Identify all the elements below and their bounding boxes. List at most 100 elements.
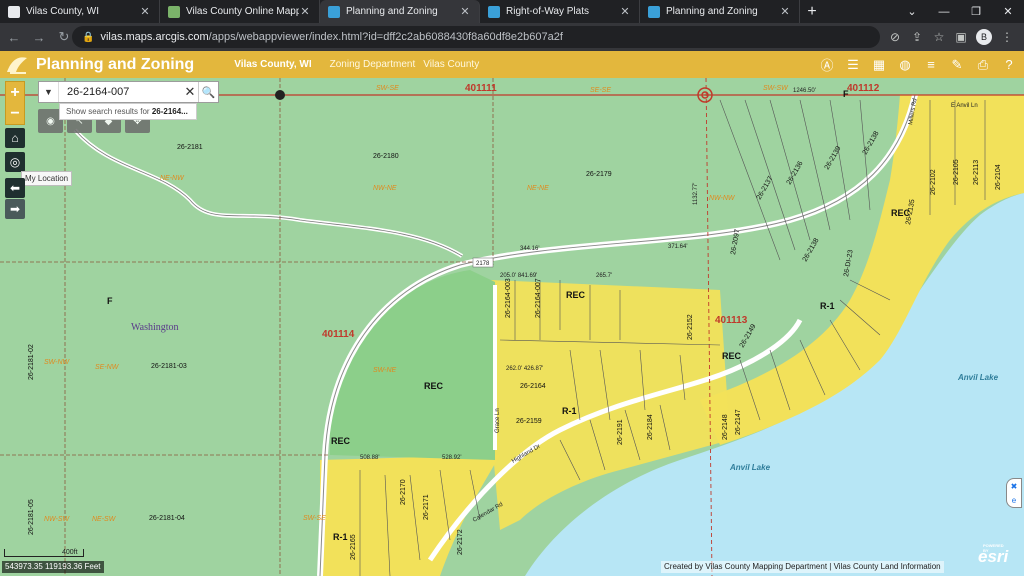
back-arrow-icon[interactable]: ←: [3, 26, 25, 48]
minimize-icon[interactable]: —: [928, 0, 960, 23]
zoning-label-rec: REC: [722, 351, 742, 361]
section-label-401112: 401112: [847, 83, 880, 94]
forward-arrow-icon[interactable]: →: [28, 26, 50, 48]
legend-icon[interactable]: ≡: [918, 52, 944, 77]
quarter-label: SW-NW: [44, 359, 71, 366]
new-tab-button[interactable]: +: [800, 0, 824, 23]
url-path: /apps/webappviewer/index.html?id=dff2c2a…: [208, 31, 563, 43]
profile-avatar[interactable]: B: [976, 29, 992, 45]
tab-favicon-icon: [8, 5, 20, 18]
map-canvas[interactable]: 401111 401112 401113 401114 Washington F…: [0, 78, 1024, 576]
tab-close-icon[interactable]: ✕: [619, 5, 631, 18]
parcel-id: 26-2104: [995, 164, 1002, 190]
tab-title: Planning and Zoning: [346, 6, 438, 17]
dimension-label: 1132.77': [693, 183, 699, 205]
north-arrow-icon[interactable]: Ⓐ: [814, 52, 840, 77]
zoom-out-button[interactable]: −: [6, 103, 24, 124]
side-panel-toggle[interactable]: ✖ e: [1006, 478, 1022, 508]
tab-title: Right-of-Way Plats: [506, 6, 589, 17]
browser-tab-online-mapping[interactable]: Vilas County Online Mapping ✕: [160, 0, 320, 23]
close-window-icon[interactable]: ✕: [992, 0, 1024, 23]
zoning-label-r1: R-1: [562, 406, 577, 416]
dimension-label: 262.0' 426.87': [506, 366, 543, 372]
lake-label: Anvil Lake: [957, 373, 999, 382]
home-icon: ⌂: [11, 131, 19, 145]
road-label: Grace Ln: [495, 408, 501, 433]
parcel-map[interactable]: 401111 401112 401113 401114 Washington F…: [0, 78, 1024, 576]
search-suggestion[interactable]: Show search results for 26-2164...: [59, 103, 197, 120]
tab-close-icon[interactable]: ✕: [779, 5, 791, 18]
zoning-label-rec: REC: [331, 436, 351, 446]
my-location-button[interactable]: ◎: [5, 152, 25, 172]
basemap-gallery-icon[interactable]: ▦: [866, 52, 892, 77]
eye-slash-icon[interactable]: ⊘: [884, 26, 906, 48]
parcel-id: 26-2180: [373, 153, 399, 160]
menu-kebab-icon[interactable]: ⋮: [996, 26, 1018, 48]
parcel-id: 26-2164: [520, 383, 546, 390]
zoom-control: + −: [5, 81, 25, 125]
tab-close-icon[interactable]: ✕: [459, 5, 471, 18]
url-field[interactable]: 🔒 vilas.maps.arcgis.com/apps/webappviewe…: [72, 26, 880, 48]
home-button[interactable]: ⌂: [5, 128, 25, 148]
dimension-label: 371.64': [668, 244, 688, 250]
parcel-id: 26-2152: [687, 314, 694, 340]
parcel-id: 26-2113: [973, 160, 980, 185]
previous-extent-button[interactable]: ⬅: [5, 178, 25, 198]
my-location-tooltip: My Location: [21, 171, 73, 186]
next-extent-button[interactable]: ➡: [5, 199, 25, 219]
parcel-id: 26-2170: [400, 479, 407, 505]
close-icon[interactable]: ✖: [1011, 482, 1018, 491]
search-icon[interactable]: 🔍: [198, 82, 218, 102]
restore-icon[interactable]: ❐: [960, 0, 992, 23]
clear-search-icon[interactable]: ✕: [182, 84, 198, 100]
layer-list-icon[interactable]: ☰: [840, 52, 866, 77]
parcel-id: 26-2181-04: [149, 515, 185, 522]
parcel-id: 26-2172: [457, 529, 464, 555]
zoning-label-f: F: [107, 296, 113, 306]
arcgis-favicon-icon: [488, 5, 500, 18]
road-label: E Anvil Ln: [951, 103, 978, 109]
browser-tab-planning-zoning-2[interactable]: Planning and Zoning ✕: [640, 0, 800, 23]
measure-icon[interactable]: ◍: [892, 52, 918, 77]
section-label-401113: 401113: [715, 315, 748, 326]
parcel-id: 26-2181-02: [28, 344, 35, 380]
esri-powered-by: POWERED BY: [983, 543, 1004, 553]
star-icon[interactable]: ☆: [928, 26, 950, 48]
section-label-401114: 401114: [322, 329, 355, 340]
search-source-dropdown[interactable]: ▼: [39, 82, 59, 102]
quarter-label: NW-NW: [709, 195, 736, 202]
quarter-label: SW-NE: [373, 367, 397, 374]
tab-close-icon[interactable]: ✕: [299, 5, 311, 18]
header-toolbar: Ⓐ ☰ ▦ ◍ ≡ ✎ ⎙ ?: [814, 52, 1022, 77]
app-title: Planning and Zoning: [36, 55, 195, 73]
parcel-id: 26-2164-003: [505, 278, 512, 318]
edge-icon[interactable]: e: [1012, 496, 1016, 505]
parcel-id: 26-2184: [647, 414, 654, 440]
help-icon[interactable]: ?: [996, 52, 1022, 77]
browser-tab-planning-zoning-active[interactable]: Planning and Zoning ✕: [320, 0, 480, 23]
tab-close-icon[interactable]: ✕: [139, 5, 151, 18]
share-icon[interactable]: ⇪: [906, 26, 928, 48]
browser-tab-vilas-county[interactable]: Vilas County, WI ✕: [0, 0, 160, 23]
arcgis-favicon-icon: [648, 5, 660, 18]
arrow-right-icon: ➡: [9, 202, 21, 216]
browser-tab-right-of-way[interactable]: Right-of-Way Plats ✕: [480, 0, 640, 23]
dimension-label: 508.88': [360, 455, 380, 461]
parcel-search-box: ▼ 26-2164-007 ✕ 🔍: [38, 81, 219, 103]
draw-icon[interactable]: ✎: [944, 52, 970, 77]
print-icon[interactable]: ⎙: [970, 52, 996, 77]
county-logo-icon: [7, 56, 27, 74]
dimension-label: 344.16': [520, 246, 540, 252]
parcel-id: 26-2171: [423, 494, 430, 520]
map-attribution: Created by Vilas County Mapping Departme…: [661, 561, 944, 573]
quarter-label: NE-SW: [92, 516, 117, 523]
zoom-in-button[interactable]: +: [6, 82, 24, 103]
address-bar-actions: ⊘ ⇪ ☆ ▣ B ⋮: [884, 26, 1018, 48]
sidebar-icon[interactable]: ▣: [950, 26, 972, 48]
road-label: 2178: [476, 261, 490, 267]
search-input[interactable]: 26-2164-007: [59, 86, 182, 98]
vilas-county-link[interactable]: Vilas County: [423, 59, 479, 70]
chevron-down-icon[interactable]: ⌄: [896, 0, 928, 23]
zoning-department-link[interactable]: Zoning Department: [330, 59, 416, 70]
tab-title: Vilas County Online Mapping: [186, 6, 299, 17]
